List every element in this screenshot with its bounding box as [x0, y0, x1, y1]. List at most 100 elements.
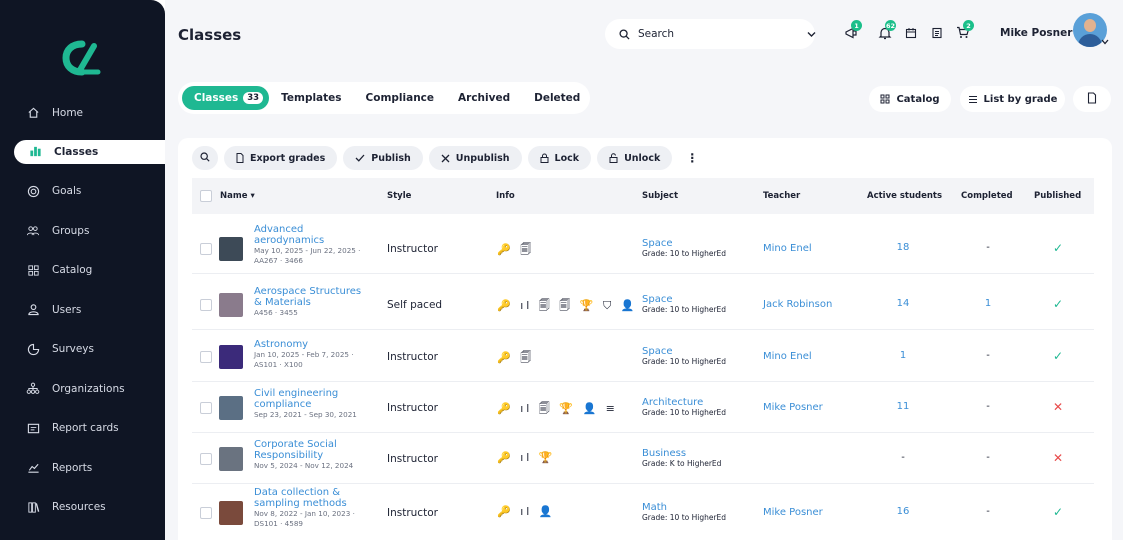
class-thumbnail — [219, 345, 243, 369]
row-checkbox[interactable] — [200, 351, 212, 363]
sidebar-item-resources[interactable]: Resources — [0, 488, 165, 528]
class-subject-cell: Business Grade: K to HigherEd — [642, 448, 721, 469]
class-subject-cell: Space Grade: 10 to HigherEd — [642, 346, 726, 367]
column-active-students[interactable]: Active students — [867, 191, 942, 201]
class-info-icons: 🔑 🗐 — [497, 243, 535, 256]
sidebar-item-classes[interactable]: Classes — [14, 139, 165, 164]
table-row[interactable]: Civil engineering compliance Sep 23, 202… — [192, 383, 1094, 433]
teacher-link[interactable]: Mike Posner — [763, 507, 823, 518]
table-row[interactable]: Advanced aerodynamics May 10, 2025 - Jun… — [192, 224, 1094, 274]
class-title-link[interactable]: Civil engineering compliance — [254, 388, 372, 410]
export-grades-button[interactable]: Export grades — [224, 146, 338, 170]
active-students-count[interactable]: 11 — [883, 401, 923, 412]
completed-count[interactable]: 1 — [968, 298, 1008, 309]
alerts-button[interactable]: 62 — [872, 20, 898, 48]
tab-deleted[interactable]: Deleted — [522, 86, 592, 110]
documents-button[interactable] — [924, 20, 950, 48]
table-row[interactable]: Astronomy Jan 10, 2025 - Feb 7, 2025 · A… — [192, 332, 1094, 382]
teacher-link[interactable]: Mike Posner — [763, 402, 823, 413]
teacher-link[interactable]: Mino Enel — [763, 351, 812, 362]
tab-templates[interactable]: Templates — [269, 86, 353, 110]
unpublish-label: Unpublish — [455, 152, 510, 164]
sidebar-item-home[interactable]: Home — [0, 93, 165, 133]
sidebar-item-users[interactable]: Users — [0, 290, 165, 330]
table-row[interactable]: Corporate Social Responsibility Nov 5, 2… — [192, 434, 1094, 484]
more-options-icon[interactable]: ⋮ — [678, 151, 706, 165]
search-button[interactable] — [192, 146, 218, 170]
class-dates: Sep 23, 2021 - Sep 30, 2021 — [254, 410, 357, 419]
user-name[interactable]: Mike Posner — [1000, 27, 1072, 39]
file-icon — [236, 153, 244, 163]
tab-archived[interactable]: Archived — [446, 86, 522, 110]
column-subject[interactable]: Subject — [642, 191, 678, 201]
organizations-icon — [26, 382, 40, 396]
class-info-icons: 🔑 ıl 🏆 — [497, 451, 556, 464]
subject-link[interactable]: Space — [642, 346, 726, 357]
column-info[interactable]: Info — [496, 191, 515, 201]
sidebar: Home Classes Goals Groups Catalog Users … — [0, 0, 165, 540]
subject-link[interactable]: Business — [642, 448, 721, 459]
row-checkbox[interactable] — [200, 453, 212, 465]
completed-count: - — [986, 506, 990, 517]
column-teacher[interactable]: Teacher — [763, 191, 800, 201]
unpublish-button[interactable]: Unpublish — [428, 146, 522, 170]
lock-label: Lock — [554, 152, 580, 164]
sidebar-item-report-cards[interactable]: Report cards — [0, 409, 165, 449]
export-pdf-button[interactable] — [1073, 86, 1111, 112]
select-all-checkbox[interactable] — [200, 190, 212, 202]
subject-link[interactable]: Architecture — [642, 397, 726, 408]
sidebar-item-goals[interactable]: Goals — [0, 172, 165, 212]
class-subject-cell: Architecture Grade: 10 to HigherEd — [642, 397, 726, 418]
active-students-count[interactable]: 16 — [883, 506, 923, 517]
search-label: Search — [638, 28, 675, 40]
sidebar-item-groups[interactable]: Groups — [0, 211, 165, 251]
active-students-count[interactable]: 18 — [883, 242, 923, 253]
subject-link[interactable]: Math — [642, 502, 726, 513]
column-completed[interactable]: Completed — [961, 191, 1013, 201]
sidebar-item-label: Classes — [54, 145, 99, 158]
chevron-down-icon[interactable] — [807, 30, 816, 41]
row-checkbox[interactable] — [200, 243, 212, 255]
unpublished-x-icon: ✕ — [1052, 400, 1064, 414]
tab-count-badge: 33 — [243, 92, 264, 104]
sidebar-item-label: Organizations — [52, 382, 125, 395]
sidebar-item-organizations[interactable]: Organizations — [0, 369, 165, 409]
publish-button[interactable]: Publish — [343, 146, 423, 170]
row-checkbox[interactable] — [200, 402, 212, 414]
class-title-link[interactable]: Aerospace Structures & Materials — [254, 286, 372, 308]
calendar-button[interactable] — [898, 20, 924, 48]
class-title-link[interactable]: Corporate Social Responsibility — [254, 439, 372, 461]
search-input[interactable]: Search — [605, 19, 815, 49]
user-menu-chevron-icon[interactable] — [1101, 38, 1109, 47]
column-name[interactable]: Name ▾ — [220, 191, 255, 201]
class-title-link[interactable]: Data collection & sampling methods — [254, 487, 372, 509]
logo-icon[interactable] — [62, 38, 104, 78]
lock-button[interactable]: Lock — [527, 146, 592, 170]
tab-classes[interactable]: Classes 33 — [182, 86, 270, 110]
sidebar-item-catalog[interactable]: Catalog — [0, 251, 165, 291]
row-checkbox[interactable] — [200, 299, 212, 311]
active-students-count[interactable]: 14 — [883, 298, 923, 309]
subject-link[interactable]: Space — [642, 294, 726, 305]
class-title-link[interactable]: Astronomy — [254, 339, 372, 350]
sidebar-item-surveys[interactable]: Surveys — [0, 330, 165, 370]
class-title-link[interactable]: Advanced aerodynamics — [254, 224, 372, 246]
column-published[interactable]: Published — [1034, 191, 1081, 201]
teacher-link[interactable]: Mino Enel — [763, 243, 812, 254]
teacher-link[interactable]: Jack Robinson — [763, 299, 832, 310]
unlock-icon — [609, 153, 618, 163]
unlock-button[interactable]: Unlock — [597, 146, 673, 170]
subject-link[interactable]: Space — [642, 238, 726, 249]
column-style[interactable]: Style — [387, 191, 411, 201]
cart-button[interactable]: 2 — [950, 20, 976, 48]
table-row[interactable]: Data collection & sampling methods Nov 8… — [192, 486, 1094, 540]
sidebar-item-reports[interactable]: Reports — [0, 448, 165, 488]
tab-compliance[interactable]: Compliance — [354, 86, 446, 110]
table-row[interactable]: Aerospace Structures & Materials A456 · … — [192, 280, 1094, 330]
header-icons: 1 62 2 — [838, 20, 976, 48]
active-students-count[interactable]: 1 — [883, 350, 923, 361]
notifications-button[interactable]: 1 — [838, 20, 864, 48]
catalog-button[interactable]: Catalog — [869, 86, 951, 112]
row-checkbox[interactable] — [200, 507, 212, 519]
list-by-grade-button[interactable]: List by grade — [960, 86, 1065, 112]
